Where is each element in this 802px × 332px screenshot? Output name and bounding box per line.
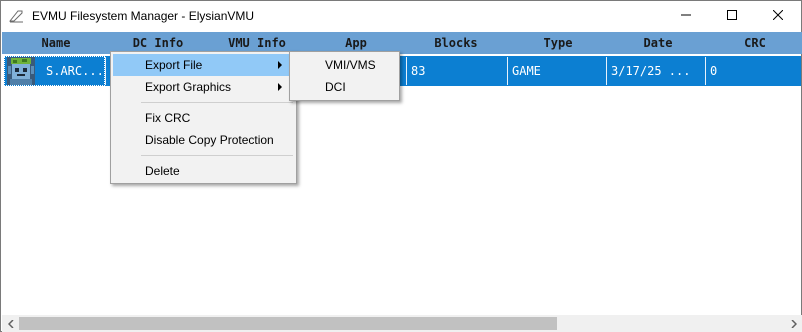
close-button[interactable] <box>755 1 801 31</box>
menu-separator <box>141 155 293 156</box>
minimize-icon <box>681 9 691 23</box>
cell-crc[interactable]: 0 <box>706 56 801 86</box>
chevron-left-icon <box>7 317 14 331</box>
submenu-item-dci[interactable]: DCI <box>292 76 397 98</box>
minimize-button[interactable] <box>663 1 709 31</box>
close-icon <box>772 9 784 23</box>
maximize-button[interactable] <box>709 1 755 31</box>
scrollbar-thumb[interactable] <box>19 317 557 330</box>
scroll-left-button[interactable] <box>2 315 19 332</box>
menu-item-label: Export Graphics <box>145 80 232 94</box>
menu-item-label: Delete <box>145 164 180 178</box>
menu-item-label: Export File <box>145 58 203 72</box>
title-bar[interactable]: EVMU Filesystem Manager - ElysianVMU <box>1 1 801 31</box>
context-menu: Export File Export Graphics Fix CRC Disa… <box>110 51 297 184</box>
window-title: EVMU Filesystem Manager - ElysianVMU <box>32 9 255 23</box>
app-window: EVMU Filesystem Manager - ElysianVMU Nam… <box>0 0 802 332</box>
submenu-arrow-icon <box>278 83 282 91</box>
column-header-crc[interactable]: CRC <box>708 32 802 54</box>
submenu-item-vmi-vms[interactable]: VMI/VMS <box>292 54 397 76</box>
export-submenu: VMI/VMS DCI <box>289 51 400 101</box>
focus-rectangle <box>4 56 105 86</box>
menu-item-export-file[interactable]: Export File <box>113 54 294 76</box>
chevron-right-icon <box>790 317 797 331</box>
cell-name[interactable]: S.ARC... <box>4 56 105 86</box>
menu-item-export-graphics[interactable]: Export Graphics <box>113 76 294 98</box>
cell-type[interactable]: GAME <box>508 56 606 86</box>
scroll-right-button[interactable] <box>785 315 802 332</box>
menu-item-label: Fix CRC <box>145 111 191 125</box>
column-header-date[interactable]: Date <box>608 32 708 54</box>
column-header-blocks[interactable]: Blocks <box>404 32 508 54</box>
menu-item-delete[interactable]: Delete <box>113 160 294 182</box>
cell-blocks[interactable]: 83 <box>407 56 507 86</box>
submenu-arrow-icon <box>278 61 282 69</box>
app-icon <box>8 9 25 23</box>
maximize-icon <box>727 9 737 23</box>
menu-item-fix-crc[interactable]: Fix CRC <box>113 107 294 129</box>
cell-date[interactable]: 3/17/25 ... <box>607 56 705 86</box>
horizontal-scrollbar[interactable] <box>2 315 802 332</box>
menu-item-label: Disable Copy Protection <box>145 133 274 147</box>
menu-item-disable-copy-protection[interactable]: Disable Copy Protection <box>113 129 294 151</box>
column-header-name[interactable]: Name <box>2 32 110 54</box>
menu-separator <box>141 102 293 103</box>
cell-divider <box>105 57 106 85</box>
column-header-type[interactable]: Type <box>508 32 608 54</box>
